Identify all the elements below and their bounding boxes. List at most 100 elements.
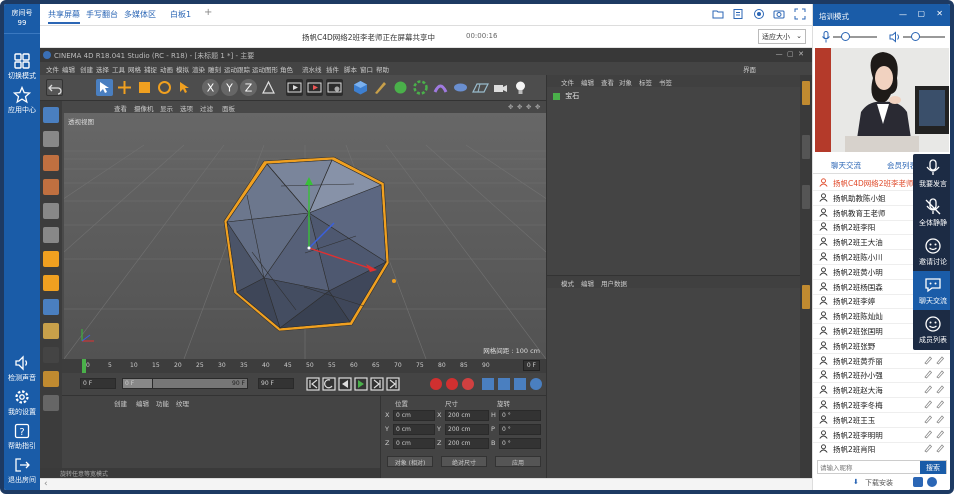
subdivision-icon[interactable] bbox=[392, 79, 409, 96]
menu-item[interactable]: 编辑 bbox=[62, 64, 75, 74]
viewport-menu-item[interactable]: 过滤 bbox=[200, 103, 213, 113]
viewport-menu-item[interactable]: 选项 bbox=[180, 103, 193, 113]
menu-item[interactable]: 渲染 bbox=[192, 64, 205, 74]
help-guide-button[interactable]: ? 帮助指引 bbox=[4, 422, 40, 451]
material-menu-item[interactable]: 纹理 bbox=[176, 398, 189, 408]
axis-x-icon[interactable]: X bbox=[202, 79, 219, 96]
social-icon[interactable] bbox=[927, 477, 937, 487]
member-search-input[interactable] bbox=[820, 462, 916, 473]
member-actions[interactable] bbox=[923, 369, 947, 379]
float-button-mute[interactable]: 全体静静 bbox=[913, 193, 950, 232]
material-menu-item[interactable]: 功能 bbox=[156, 398, 169, 408]
fullscreen-icon[interactable] bbox=[794, 8, 806, 20]
attribute-menu-item[interactable]: 用户数据 bbox=[601, 278, 627, 288]
mic-volume-slider[interactable] bbox=[833, 32, 877, 41]
end-frame-field[interactable]: 90 F bbox=[258, 378, 294, 389]
speaker-volume-slider[interactable] bbox=[903, 32, 945, 41]
lock-icon[interactable] bbox=[43, 395, 59, 411]
tweak-mode-icon[interactable] bbox=[43, 299, 59, 315]
add-tab-button[interactable]: + bbox=[204, 7, 212, 18]
workplane-icon[interactable] bbox=[43, 179, 59, 195]
tab-multimedia[interactable]: 多媒体区 bbox=[124, 9, 156, 20]
axis-z-icon[interactable]: Z bbox=[240, 79, 257, 96]
viewport-menu-item[interactable]: 摄像机 bbox=[134, 103, 154, 113]
snap-icon[interactable] bbox=[43, 323, 59, 339]
magnet-icon[interactable] bbox=[43, 347, 59, 363]
download-icon[interactable]: ⬇ bbox=[853, 478, 859, 486]
start-frame-field[interactable]: 0 F bbox=[80, 378, 116, 389]
close-icon[interactable]: ✕ bbox=[936, 9, 943, 18]
menu-item[interactable]: 雕刻 bbox=[208, 64, 221, 74]
camera-icon[interactable] bbox=[773, 8, 785, 20]
member-actions[interactable] bbox=[923, 355, 947, 365]
menu-item[interactable]: 选择 bbox=[96, 64, 109, 74]
window-controls[interactable]: — ▢ ✕ bbox=[776, 50, 804, 58]
tab-whiteboard[interactable]: 白板1 bbox=[170, 9, 191, 20]
coord-size-field[interactable]: 200 cm bbox=[445, 438, 489, 449]
right-tab-structure[interactable] bbox=[802, 185, 810, 209]
member-actions[interactable] bbox=[923, 384, 947, 394]
member-actions[interactable] bbox=[923, 399, 947, 409]
attribute-menu-item[interactable]: 编辑 bbox=[581, 278, 594, 288]
menu-item[interactable]: 运动跟踪 bbox=[224, 64, 250, 74]
camera-object-icon[interactable] bbox=[492, 79, 509, 96]
member-actions[interactable] bbox=[923, 414, 947, 424]
tab-share-screen[interactable]: 共享屏幕 bbox=[48, 9, 80, 24]
menu-item[interactable]: 创建 bbox=[80, 64, 93, 74]
page-icon[interactable] bbox=[732, 8, 744, 20]
edges-mode-icon[interactable] bbox=[43, 227, 59, 243]
float-button-invite[interactable]: 邀请讨论 bbox=[913, 232, 950, 271]
float-button-mic[interactable]: 我要发言 bbox=[913, 154, 950, 193]
pen-icon[interactable] bbox=[372, 79, 389, 96]
menu-item[interactable]: 角色 bbox=[280, 64, 293, 74]
folder-icon[interactable] bbox=[712, 8, 724, 20]
search-button[interactable]: 搜索 bbox=[920, 461, 946, 474]
render-picture-icon[interactable] bbox=[306, 79, 323, 96]
object-menu-item[interactable]: 文件 bbox=[561, 77, 574, 87]
coord-position-field[interactable]: 0 cm bbox=[393, 424, 435, 435]
exit-room-button[interactable]: 退出房间 bbox=[4, 456, 40, 485]
floor-icon[interactable] bbox=[472, 79, 489, 96]
my-settings-button[interactable]: 我的设置 bbox=[4, 388, 40, 417]
object-menu-item[interactable]: 查看 bbox=[601, 77, 614, 87]
menu-item[interactable]: 插件 bbox=[326, 64, 339, 74]
viewport-layout-icon[interactable]: ✥ bbox=[535, 103, 540, 111]
environment-icon[interactable] bbox=[452, 79, 469, 96]
coord-system-icon[interactable] bbox=[260, 79, 277, 96]
object-menu-item[interactable]: 标签 bbox=[639, 77, 652, 87]
coord-rotation-field[interactable]: 0 ° bbox=[499, 410, 541, 421]
transport-controls[interactable] bbox=[306, 377, 416, 391]
cube-icon[interactable] bbox=[352, 79, 369, 96]
coord-size-field[interactable]: 200 cm bbox=[445, 410, 489, 421]
menu-item[interactable]: 文件 bbox=[46, 64, 59, 74]
right-tab-content-browser[interactable] bbox=[802, 135, 810, 159]
axis-y-icon[interactable]: Y bbox=[221, 79, 238, 96]
speaker-slider-knob[interactable] bbox=[911, 32, 920, 41]
coord-position-field[interactable]: 0 cm bbox=[393, 410, 435, 421]
float-button-chat[interactable]: 聊天交流 bbox=[913, 271, 950, 310]
object-row[interactable]: 宝石 bbox=[553, 91, 579, 101]
right-tab-object[interactable] bbox=[802, 81, 810, 105]
move-icon[interactable] bbox=[116, 79, 133, 96]
coord-rotation-field[interactable]: 0 ° bbox=[499, 424, 541, 435]
fit-size-select[interactable]: 适应大小 ⌄ bbox=[758, 29, 806, 44]
material-menu-item[interactable]: 创建 bbox=[114, 398, 127, 408]
minimize-icon[interactable]: — bbox=[899, 10, 907, 19]
menu-item[interactable]: 网格 bbox=[128, 64, 141, 74]
model-mode-icon[interactable] bbox=[43, 107, 59, 123]
points-mode-icon[interactable] bbox=[43, 203, 59, 219]
perspective-viewport[interactable]: 透视视图 网格间距 : 100 cm bbox=[64, 113, 546, 359]
menu-item[interactable]: 动画 bbox=[160, 64, 173, 74]
render-settings-icon[interactable] bbox=[326, 79, 343, 96]
viewport-rotate-icon[interactable]: ✥ bbox=[517, 103, 522, 111]
menu-item[interactable]: 窗口 bbox=[360, 64, 373, 74]
axis-mode-icon[interactable] bbox=[43, 275, 59, 291]
download-label[interactable]: 下载安装 bbox=[865, 478, 893, 488]
switch-mode-button[interactable]: 切换模式 bbox=[4, 52, 40, 81]
float-button-members[interactable]: 成员列表 bbox=[913, 310, 950, 349]
object-menu-item[interactable]: 编辑 bbox=[581, 77, 594, 87]
maximize-icon[interactable]: ▢ bbox=[917, 9, 925, 18]
menu-item[interactable]: 捕捉 bbox=[144, 64, 157, 74]
right-tab-attributes[interactable] bbox=[802, 285, 810, 309]
menu-item[interactable]: 脚本 bbox=[344, 64, 357, 74]
